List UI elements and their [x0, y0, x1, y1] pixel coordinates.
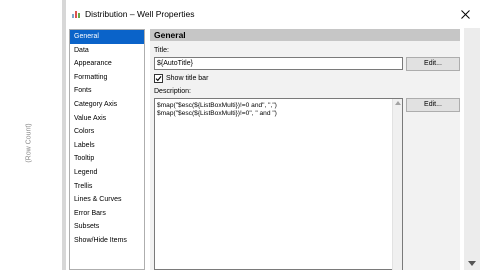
nav-item-category-axis[interactable]: Category Axis [70, 98, 144, 112]
description-scrollbar[interactable] [392, 99, 402, 270]
close-icon [460, 9, 470, 19]
scroll-up-icon[interactable] [395, 101, 401, 105]
nav-item-legend[interactable]: Legend [70, 166, 144, 180]
section-header: General [150, 29, 460, 41]
title-label: Title: [154, 47, 169, 54]
background-axis-label: (Row Count) [22, 118, 36, 168]
general-panel: General Title: ${AutoTitle} Edit... Show… [150, 29, 460, 270]
nav-item-subsets[interactable]: Subsets [70, 220, 144, 234]
nav-item-tooltip[interactable]: Tooltip [70, 152, 144, 166]
window-title: Distribution – Well Properties [85, 9, 195, 19]
nav-item-fonts[interactable]: Fonts [70, 84, 144, 98]
nav-item-error-bars[interactable]: Error Bars [70, 207, 144, 221]
scroll-down-icon[interactable] [468, 261, 476, 266]
category-list[interactable]: General Data Appearance Formatting Fonts Cate… [69, 29, 145, 270]
nav-item-value-axis[interactable]: Value Axis [70, 112, 144, 126]
description-label: Description: [154, 88, 191, 95]
description-edit-button[interactable]: Edit... [406, 98, 460, 112]
nav-item-appearance[interactable]: Appearance [70, 57, 144, 71]
close-button[interactable] [450, 0, 480, 28]
nav-item-data[interactable]: Data [70, 44, 144, 58]
nav-item-show-hide-items[interactable]: Show/Hide Items [70, 234, 144, 248]
title-field[interactable]: ${AutoTitle} [154, 57, 403, 70]
bar-chart-icon [71, 9, 81, 19]
row-count-label: (Row Count) [25, 123, 33, 163]
nav-item-trellis[interactable]: Trellis [70, 180, 144, 194]
properties-dialog: Distribution – Well Properties General Da… [66, 0, 480, 270]
title-edit-button[interactable]: Edit... [406, 57, 460, 71]
title-bar[interactable]: Distribution – Well Properties [66, 0, 480, 28]
outer-scrollbar[interactable] [464, 28, 480, 270]
nav-item-colors[interactable]: Colors [70, 125, 144, 139]
show-title-bar-checkbox[interactable] [154, 74, 163, 83]
nav-item-general[interactable]: General [70, 30, 144, 44]
checkmark-icon [155, 76, 162, 82]
description-textarea[interactable]: $map("$esc(${ListBoxMulti})!=0 and", ","… [154, 98, 403, 270]
nav-item-formatting[interactable]: Formatting [70, 71, 144, 85]
show-title-bar-label: Show title bar [166, 74, 209, 82]
nav-item-lines-curves[interactable]: Lines & Curves [70, 193, 144, 207]
nav-item-labels[interactable]: Labels [70, 139, 144, 153]
